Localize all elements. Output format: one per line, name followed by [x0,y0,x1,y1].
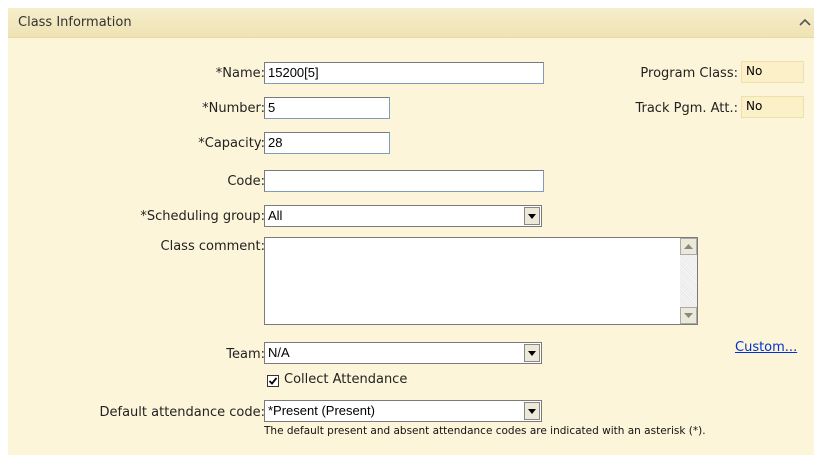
track-pgm-att-label: Track Pgm. Att.: [635,101,738,116]
team-value: N/A [268,345,290,360]
name-field[interactable]: 15200[5] [264,62,544,84]
custom-link[interactable]: Custom... [735,340,797,355]
triangle-down-icon[interactable] [524,402,540,420]
number-label: *Number: [202,101,265,116]
capacity-label: *Capacity: [198,136,265,151]
code-field[interactable] [264,170,544,192]
scheduling-group-select[interactable]: All [264,205,542,227]
team-label: Team: [226,347,265,362]
section-title: Class Information [18,15,132,30]
default-attendance-code-value: *Present (Present) [268,403,375,418]
textarea-scrollbar[interactable] [680,238,697,324]
scheduling-group-label: *Scheduling group: [140,209,265,224]
track-pgm-att-value: No [741,96,804,118]
triangle-up-icon[interactable] [680,238,697,255]
triangle-down-icon[interactable] [524,344,540,362]
chevron-up-icon[interactable] [796,14,814,30]
checkmark-icon [268,377,278,385]
class-information-panel: Class Information *Name: 15200[5] Progra… [8,8,814,455]
name-label: *Name: [215,66,265,81]
triangle-down-icon[interactable] [680,307,697,324]
program-class-value: No [741,61,804,83]
default-attendance-code-label: Default attendance code: [99,405,266,420]
class-comment-label: Class comment: [160,239,265,254]
collect-attendance-label[interactable]: Collect Attendance [284,372,407,387]
scheduling-group-value: All [268,208,283,223]
default-attendance-note: The default present and absent attendanc… [264,425,706,437]
number-field[interactable]: 5 [264,97,390,119]
team-select[interactable]: N/A [264,342,542,364]
triangle-down-icon[interactable] [524,207,540,225]
class-comment-textarea[interactable] [264,237,698,325]
default-attendance-code-select[interactable]: *Present (Present) [264,400,542,422]
collect-attendance-checkbox[interactable] [267,375,279,387]
capacity-field[interactable]: 28 [264,132,390,154]
code-label: Code: [227,174,265,189]
program-class-label: Program Class: [640,66,738,81]
section-header[interactable]: Class Information [8,8,814,38]
